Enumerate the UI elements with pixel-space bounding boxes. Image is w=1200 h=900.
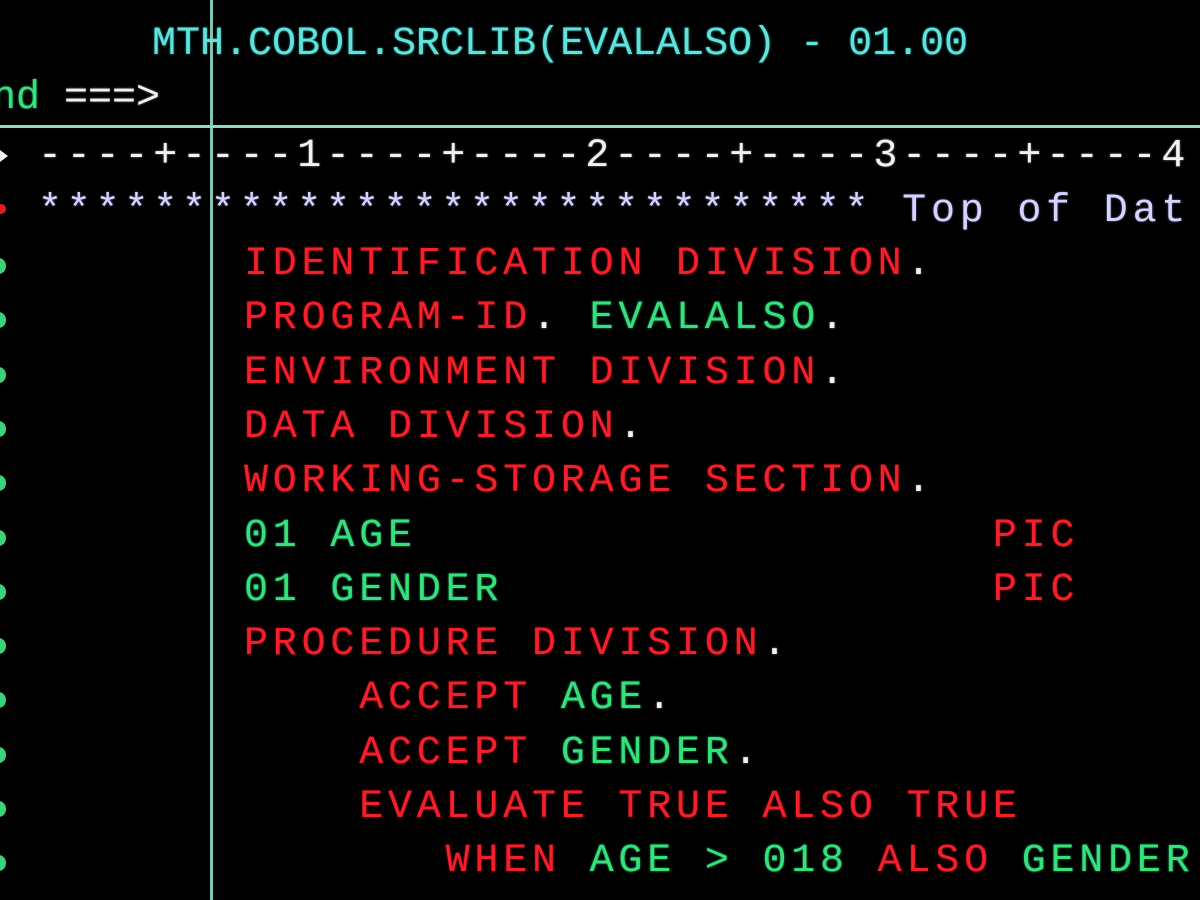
top-spacer: [873, 189, 902, 234]
code-token: PROCEDURE DIVISION: [244, 622, 763, 668]
code-token: GENDER: [560, 730, 734, 776]
top-of-data-label: Top of Dat: [902, 189, 1191, 234]
line-prefix-marker-icon[interactable]: [0, 529, 6, 546]
code-token: .: [906, 459, 936, 505]
code-token: .: [532, 296, 590, 342]
source-line[interactable]: ACCEPT GENDER.: [359, 727, 762, 781]
line-prefix-marker-icon[interactable]: [0, 638, 6, 655]
code-token: AGE > 018: [589, 839, 878, 885]
code-token: .: [733, 730, 763, 776]
code-token: EVALUATE TRUE ALSO TRUE: [359, 785, 1022, 830]
line-prefix-marker-icon[interactable]: [0, 366, 6, 383]
code-token: .: [820, 350, 849, 396]
source-line[interactable]: 01 AGE PIC: [244, 510, 1079, 564]
source-line[interactable]: IDENTIFICATION DIVISION.: [244, 238, 935, 292]
code-token: AGE: [560, 676, 648, 722]
code-token: ACCEPT: [359, 730, 561, 776]
command-arrow: ===>: [64, 76, 161, 121]
code-token: WHEN: [445, 839, 590, 885]
line-prefix-marker-icon[interactable]: [0, 583, 6, 600]
command-prefix: nd: [0, 76, 41, 121]
code-token: GENDER: [1021, 839, 1195, 885]
line-prefix-marker-icon[interactable]: [0, 312, 6, 329]
command-label: nd ===>: [0, 72, 160, 126]
command-input[interactable]: [200, 76, 1194, 122]
code-token: .: [618, 404, 648, 450]
source-line[interactable]: ACCEPT AGE.: [359, 672, 676, 726]
cursor-column-line: [210, 0, 213, 900]
line-prefix-marker-icon[interactable]: [0, 692, 6, 709]
source-line[interactable]: DATA DIVISION.: [244, 401, 647, 455]
line-prefix-marker-icon[interactable]: [0, 855, 6, 872]
code-token: 01 AGE: [244, 513, 417, 559]
top-marker-icon: [0, 204, 6, 214]
code-token: .: [820, 296, 849, 342]
code-token: .: [906, 242, 936, 287]
source-line[interactable]: 01 GENDER PIC: [244, 564, 1079, 618]
code-token: IDENTIFICATION DIVISION: [244, 242, 907, 287]
code-token: .: [647, 676, 677, 722]
code-token: ALSO: [877, 839, 1022, 885]
header-separator: [0, 125, 1200, 128]
source-line[interactable]: PROGRAM-ID. EVALALSO.: [244, 292, 849, 346]
source-line[interactable]: PROCEDURE DIVISION.: [244, 618, 791, 672]
code-token: WORKING-STORAGE SECTION: [244, 459, 907, 505]
source-line[interactable]: EVALUATE TRUE ALSO TRUE: [359, 781, 1022, 835]
ruler-line-indicator-icon: [0, 150, 8, 162]
top-stars: *****************************: [38, 189, 874, 234]
code-token: PIC: [992, 567, 1080, 613]
dataset-title: MTH.COBOL.SRCLIB(EVALALSO) - 01.00: [152, 22, 969, 67]
line-prefix-marker-icon[interactable]: [0, 258, 6, 274]
code-token: ACCEPT: [359, 676, 561, 722]
code-token: PROGRAM-ID: [244, 296, 533, 342]
source-line[interactable]: ENVIRONMENT DIVISION.: [244, 347, 849, 401]
code-token: EVALALSO: [589, 296, 821, 342]
ispf-editor-screen: MTH.COBOL.SRCLIB(EVALALSO) - 01.00 nd ==…: [0, 0, 1200, 900]
code-token: ENVIRONMENT DIVISION: [244, 350, 821, 396]
line-prefix-marker-icon[interactable]: [0, 420, 6, 437]
line-prefix-marker-icon[interactable]: [0, 746, 6, 763]
source-line[interactable]: WHEN AGE > 018 ALSO GENDER: [446, 835, 1195, 889]
code-token: 01 GENDER: [244, 567, 504, 613]
code-token: .: [762, 622, 792, 668]
code-token: PIC: [992, 513, 1080, 559]
line-prefix-marker-icon[interactable]: [0, 801, 6, 817]
line-prefix-marker-icon[interactable]: [0, 475, 6, 492]
code-token: DATA DIVISION: [244, 404, 619, 450]
source-line[interactable]: WORKING-STORAGE SECTION.: [244, 455, 935, 509]
